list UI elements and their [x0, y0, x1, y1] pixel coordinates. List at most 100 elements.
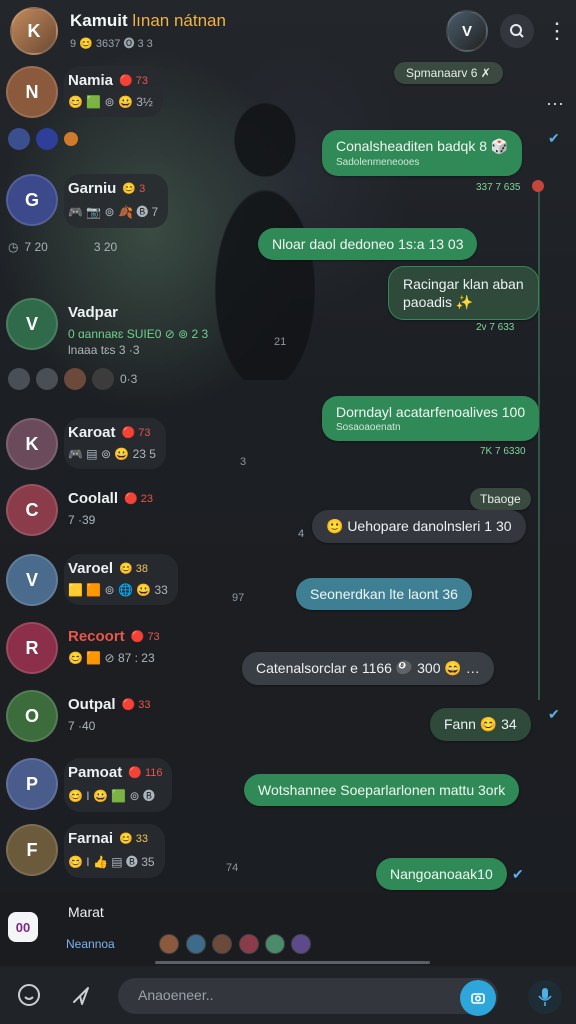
- message-bubble[interactable]: Seonerdkan lte laont 36: [296, 578, 472, 610]
- more-icon[interactable]: ⋯: [546, 94, 564, 115]
- list-item[interactable]: P Pamoat 🔴 116 😊 I 😀 🟩 ⊚ 🅑: [6, 758, 173, 812]
- story-row: 0·3: [8, 368, 137, 390]
- status-badge: 😊 38: [119, 563, 149, 575]
- message-timestamp: 2v 7 633: [476, 322, 515, 333]
- clock-icon: ◷: [8, 240, 19, 254]
- contact-name: Coolall: [68, 490, 119, 507]
- contact-name-row: Garniu 😊 3: [68, 180, 158, 197]
- contact-card: Varoel 😊 38 🟨 🟧 ⊚ 🌐 😀 33: [64, 554, 178, 605]
- story-count: 0·3: [120, 372, 138, 386]
- avatar: C: [6, 484, 58, 536]
- story-row: [8, 128, 78, 150]
- contact-meta: 0 ɑannaʀɛ SUIE0 ⊘ ⊚ 2 3: [68, 327, 209, 341]
- avatar[interactable]: [212, 934, 233, 954]
- message-bubble[interactable]: Racingar klan aban paoadis ✨: [388, 266, 539, 320]
- pinned-subtitle: Neannoa: [66, 937, 115, 952]
- avatar: K: [6, 418, 58, 470]
- contact-name: Varoel: [68, 560, 114, 577]
- message-chip[interactable]: Tbaoge: [470, 488, 531, 510]
- contact-card: Farnai 😊 33 😊 I 👍 ▤ 🅑 35: [64, 824, 165, 878]
- list-item[interactable]: G Garniu 😊 3 🎮 📷 ⊚ 🍂 🅑 7: [6, 174, 169, 228]
- avatar[interactable]: [291, 934, 312, 954]
- message-bubble[interactable]: Wotshannee Soeparlarlonen mattu 3ork: [244, 774, 520, 806]
- camera-icon[interactable]: [460, 980, 496, 1016]
- read-tick-icon: ✔: [548, 130, 560, 146]
- smiley-icon[interactable]: [14, 980, 44, 1010]
- list-item[interactable]: N Namia 🔴 73 😊 🟩 ⊚ 😀 3½: [6, 66, 163, 118]
- message-bubble[interactable]: Nangoanoaak10: [376, 858, 507, 890]
- contact-card: Vadpar 0 ɑannaʀɛ SUIE0 ⊘ ⊚ 2 3 lnaaa tɛs…: [64, 298, 218, 365]
- status-badge: 🔴 73: [121, 427, 151, 439]
- participant-avatar[interactable]: V: [446, 10, 488, 52]
- pinned-panel[interactable]: 00 Marat: [0, 892, 576, 966]
- message-bubble[interactable]: 🙂 Uehopare danolnsleri 1 30: [312, 510, 526, 543]
- search-icon[interactable]: [500, 14, 534, 48]
- paperclip-icon[interactable]: [66, 980, 96, 1010]
- contact-meta: 🎮 ▤ ⊚ 😀 23 5: [68, 447, 156, 461]
- contact-meta: 😊 I 😀 🟩 ⊚ 🅑: [68, 789, 155, 803]
- message-input[interactable]: Anaoeneer..: [118, 978, 498, 1014]
- kebab-icon[interactable]: ⋮: [546, 18, 568, 44]
- message-bubble[interactable]: Fann 😊 34: [430, 708, 531, 741]
- message-bubble[interactable]: Dorndayl acatarfenoalives 100 Sosaoaoena…: [322, 396, 540, 441]
- list-item[interactable]: C Coolall 🔴 23 7 ·39: [6, 484, 163, 536]
- status-badge: 😊 3: [122, 183, 146, 195]
- message-timestamp: 7K 7 6330: [480, 446, 526, 457]
- contact-meta: 🟨 🟧 ⊚ 🌐 😀 33: [68, 583, 168, 597]
- list-item[interactable]: K Karoat 🔴 73 🎮 ▤ ⊚ 😀 23 5: [6, 418, 166, 470]
- status-badge: 🔴 73: [130, 631, 160, 643]
- story-icon[interactable]: [64, 132, 78, 146]
- story-icon[interactable]: [8, 368, 30, 390]
- reply-marker: 4: [298, 528, 305, 540]
- composer-bar: Anaoeneer..: [0, 966, 576, 1024]
- contact-card: Outpal 🔴 33 7 ·40: [64, 690, 161, 741]
- message-chip[interactable]: Spmanaarv 6 ✗: [394, 62, 503, 84]
- contact-meta: 7 ·39: [68, 513, 96, 527]
- message-bubble[interactable]: Nloar daol dedoneo 1s:a 13 03: [258, 228, 478, 260]
- story-icon[interactable]: [36, 368, 58, 390]
- chat-title-block[interactable]: Kamuit lınan nátnan 9 😊 3637 🅞 3 3: [70, 11, 446, 51]
- contact-name-row: Outpal 🔴 33: [68, 696, 151, 713]
- page-title: Kamuit lınan nátnan: [70, 11, 446, 31]
- contact-card: Pamoat 🔴 116 😊 I 😀 🟩 ⊚ 🅑: [64, 758, 173, 812]
- avatar: F: [6, 824, 58, 876]
- message-text: Racingar klan aban: [403, 276, 524, 292]
- list-item[interactable]: F Farnai 😊 33 😊 I 👍 ▤ 🅑 35: [6, 824, 165, 878]
- avatar: V: [6, 298, 58, 350]
- contact-name-row: Farnai 😊 33: [68, 830, 155, 847]
- contact-meta: 😊 🟧 ⊘ 87 : 23: [68, 651, 155, 665]
- mic-icon[interactable]: [528, 980, 562, 1014]
- status-badge: 🔴 33: [121, 699, 151, 711]
- status-badge: 🔴 116: [128, 767, 163, 779]
- list-item[interactable]: V Vadpar 0 ɑannaʀɛ SUIE0 ⊘ ⊚ 2 3 lnaaa t…: [6, 298, 218, 365]
- title-text: Kamuit: [70, 11, 128, 30]
- message-text: Dorndayl acatarfenoalives 100: [336, 404, 526, 420]
- story-icon[interactable]: [8, 128, 30, 150]
- avatar[interactable]: [159, 934, 180, 954]
- contact-name-row: Coolall 🔴 23: [68, 490, 153, 507]
- avatar[interactable]: [264, 934, 285, 954]
- contact-name: Namia: [68, 72, 114, 89]
- avatar[interactable]: K: [10, 7, 58, 55]
- avatar: O: [6, 690, 58, 742]
- message-bubble[interactable]: Catenalsorclar e 1166 🎱 300 😄 …: [242, 652, 494, 685]
- contact-card: Namia 🔴 73 😊 🟩 ⊚ 😀 3½: [64, 66, 163, 117]
- avatar: P: [6, 758, 58, 810]
- avatar: G: [6, 174, 58, 226]
- avatar[interactable]: [185, 934, 206, 954]
- list-item[interactable]: O Outpal 🔴 33 7 ·40: [6, 690, 161, 742]
- story-icon[interactable]: [92, 368, 114, 390]
- avatar: V: [6, 554, 58, 606]
- story-icon[interactable]: [36, 128, 58, 150]
- list-item[interactable]: V Varoel 😊 38 🟨 🟧 ⊚ 🌐 😀 33: [6, 554, 178, 606]
- message-text: Conalsheaditen badqk 8 🎲: [336, 138, 509, 154]
- status-badge: 😊 33: [119, 833, 149, 845]
- status-text: 7 20: [24, 240, 48, 254]
- message-bubble[interactable]: Conalsheaditen badqk 8 🎲 Sadolenmeneooes: [322, 130, 523, 176]
- story-icon[interactable]: [64, 368, 86, 390]
- list-item[interactable]: R Recoort 🔴 73 😊 🟧 ⊘ 87 : 23: [6, 622, 170, 674]
- contact-name-row: Pamoat 🔴 116: [68, 764, 162, 781]
- status-extra: 3 20: [93, 240, 118, 254]
- avatar[interactable]: [238, 934, 259, 954]
- scroll-indicator[interactable]: [155, 961, 430, 964]
